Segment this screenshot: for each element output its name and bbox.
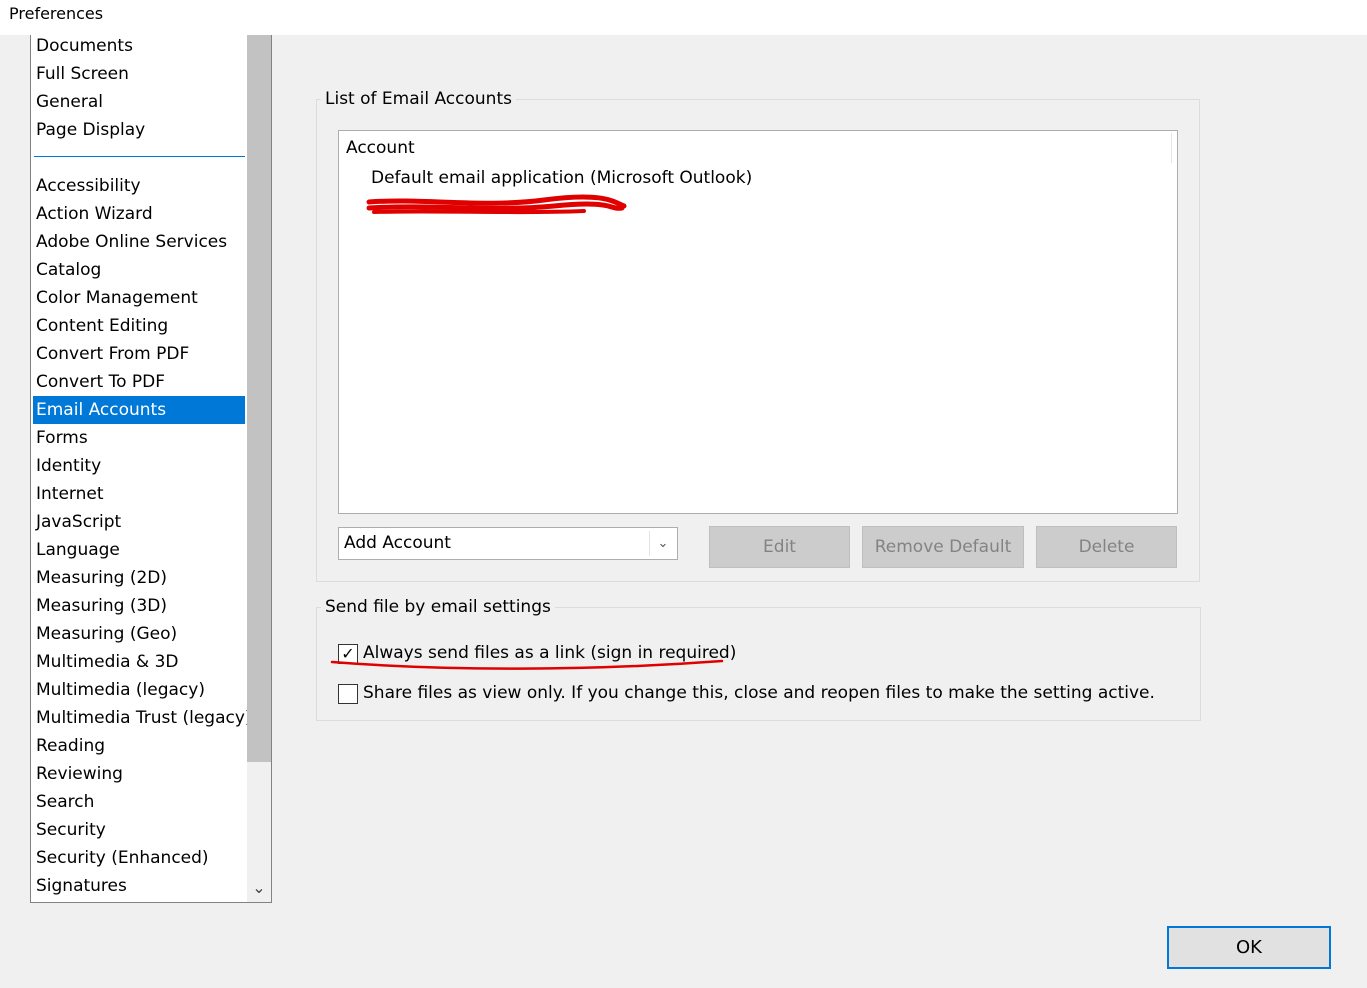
chevron-down-icon[interactable]: ⌄ bbox=[653, 531, 673, 556]
ok-button[interactable]: OK bbox=[1167, 926, 1331, 969]
category-adobe-online-services[interactable]: Adobe Online Services bbox=[33, 228, 245, 256]
category-javascript[interactable]: JavaScript bbox=[33, 508, 245, 536]
category-security-enhanced[interactable]: Security (Enhanced) bbox=[33, 844, 245, 872]
add-account-dropdown[interactable]: Add Account ⌄ bbox=[338, 527, 678, 560]
category-reading[interactable]: Reading bbox=[33, 732, 245, 760]
category-measuring-geo[interactable]: Measuring (Geo) bbox=[33, 620, 245, 648]
share-view-only-checkbox[interactable] bbox=[338, 684, 358, 704]
scrollbar-thumb[interactable] bbox=[247, 35, 271, 762]
category-page-display[interactable]: Page Display bbox=[33, 116, 245, 144]
send-settings-group-title: Send file by email settings bbox=[321, 597, 555, 617]
category-security[interactable]: Security bbox=[33, 816, 245, 844]
email-accounts-list[interactable]: Account Default email application (Micro… bbox=[338, 130, 1178, 514]
category-forms[interactable]: Forms bbox=[33, 424, 245, 452]
category-convert-from-pdf[interactable]: Convert From PDF bbox=[33, 340, 245, 368]
categories-scrollbar[interactable]: ⌄ bbox=[247, 35, 271, 902]
column-divider bbox=[1171, 133, 1172, 163]
category-full-screen[interactable]: Full Screen bbox=[33, 60, 245, 88]
category-catalog[interactable]: Catalog bbox=[33, 256, 245, 284]
category-action-wizard[interactable]: Action Wizard bbox=[33, 200, 245, 228]
annotation-underline bbox=[330, 659, 724, 670]
email-accounts-group-title: List of Email Accounts bbox=[321, 89, 516, 109]
category-multimedia-3d[interactable]: Multimedia & 3D bbox=[33, 648, 245, 676]
category-documents[interactable]: Documents bbox=[33, 35, 245, 60]
categories-separator bbox=[34, 156, 245, 157]
chevron-down-icon[interactable]: ⌄ bbox=[247, 875, 271, 901]
category-search[interactable]: Search bbox=[33, 788, 245, 816]
categories-list[interactable]: Documents Full Screen General Page Display A… bbox=[30, 35, 272, 903]
category-language[interactable]: Language bbox=[33, 536, 245, 564]
category-email-accounts[interactable]: Email Accounts bbox=[33, 396, 245, 424]
edit-button[interactable]: Edit bbox=[709, 526, 850, 568]
category-convert-to-pdf[interactable]: Convert To PDF bbox=[33, 368, 245, 396]
delete-button[interactable]: Delete bbox=[1036, 526, 1177, 568]
add-account-value: Add Account bbox=[344, 533, 451, 553]
remove-default-button[interactable]: Remove Default bbox=[862, 526, 1024, 568]
category-measuring-2d[interactable]: Measuring (2D) bbox=[33, 564, 245, 592]
category-multimedia-legacy[interactable]: Multimedia (legacy) bbox=[33, 676, 245, 704]
category-multimedia-trust-legacy[interactable]: Multimedia Trust (legacy) bbox=[33, 704, 252, 732]
account-column-header[interactable]: Account bbox=[346, 138, 415, 158]
window-title: Preferences bbox=[9, 4, 104, 23]
title-bar: Preferences bbox=[0, 0, 1367, 35]
redaction-scribble bbox=[366, 194, 627, 215]
dropdown-separator bbox=[649, 531, 650, 556]
category-identity[interactable]: Identity bbox=[33, 452, 245, 480]
category-internet[interactable]: Internet bbox=[33, 480, 245, 508]
category-accessibility[interactable]: Accessibility bbox=[33, 172, 245, 200]
share-view-only-label[interactable]: Share files as view only. If you change … bbox=[363, 683, 1155, 703]
category-measuring-3d[interactable]: Measuring (3D) bbox=[33, 592, 245, 620]
category-content-editing[interactable]: Content Editing bbox=[33, 312, 245, 340]
category-signatures[interactable]: Signatures bbox=[33, 872, 245, 900]
category-reviewing[interactable]: Reviewing bbox=[33, 760, 245, 788]
account-row[interactable]: Default email application (Microsoft Out… bbox=[371, 168, 752, 188]
category-general[interactable]: General bbox=[33, 88, 245, 116]
category-color-management[interactable]: Color Management bbox=[33, 284, 245, 312]
